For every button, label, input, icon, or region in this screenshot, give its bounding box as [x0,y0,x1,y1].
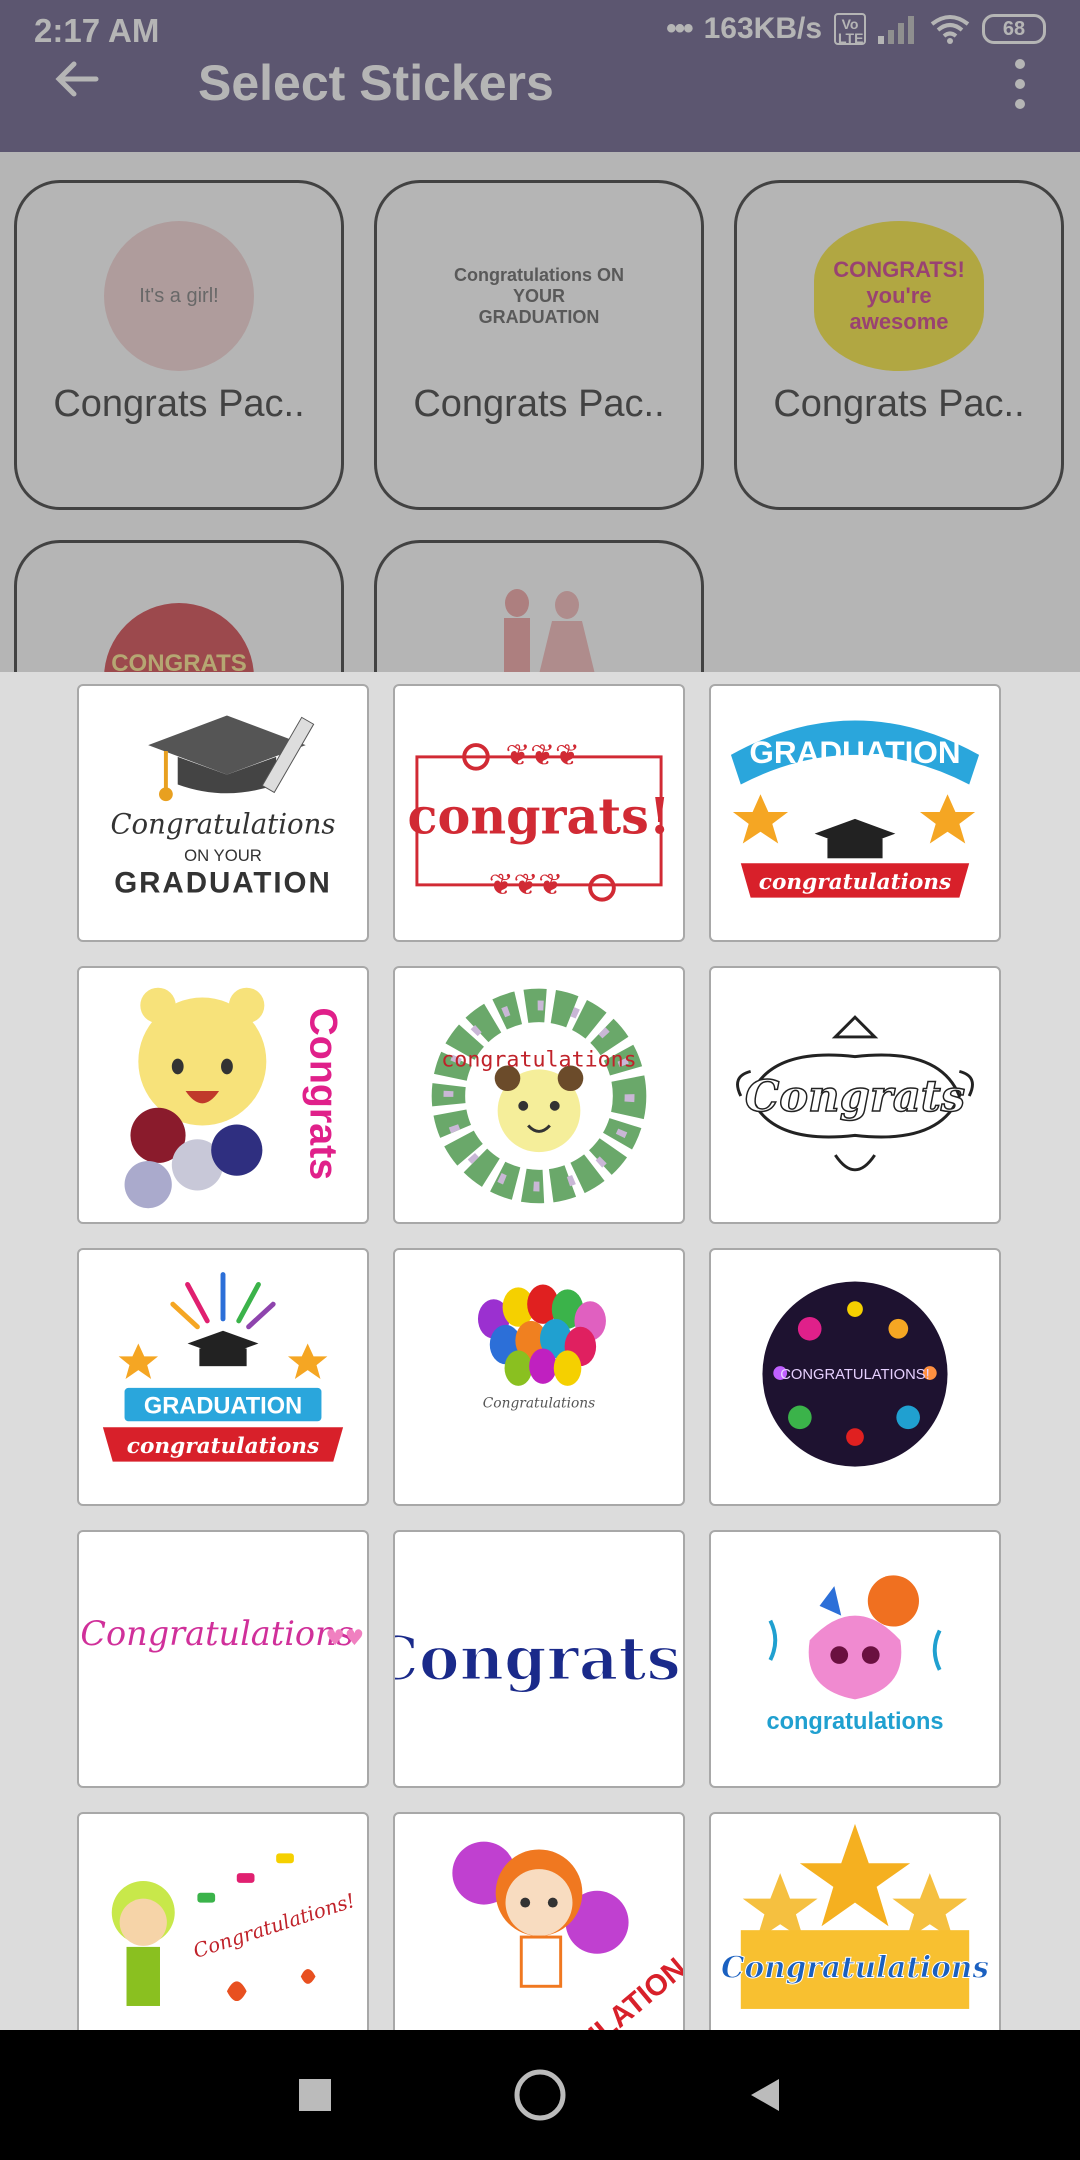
pack-label: Congrats Pac.. [413,383,665,425]
arrow-left-icon[interactable] [52,54,102,104]
svg-text:Congratulations: Congratulations [110,809,335,841]
svg-text:GRADUATION: GRADUATION [749,734,960,770]
svg-text:Congratulations: Congratulations [80,1614,353,1653]
svg-text:❦❦❦: ❦❦❦ [506,738,580,772]
pack-label: Congrats Pac.. [773,383,1025,425]
balloons-sticker: Congratulations [477,1284,606,1412]
svg-text:congrats!: congrats! [408,788,671,846]
system-nav-bar [0,2030,1080,2160]
svg-text:Congrats: Congrats [302,1007,346,1180]
svg-text:Congrats: Congrats [745,1071,965,1122]
pink-congratulations-sticker: Congratulations ♥♥ [80,1614,364,1653]
pack-thumbnail: CONGRATS! you're awesome [814,221,984,371]
cheerleader-sticker: CONGRATULATION [452,1841,683,2030]
sticker-item[interactable]: congratulations [709,1530,1001,1788]
sticker-item[interactable]: Congratulations ♥♥ [77,1530,369,1788]
panda-wreath-sticker: congratulations [431,988,647,1204]
graduation-cap-sticker: Congratulations ON YOUR GRADUATION [110,715,336,900]
bear-roses-sticker: Congrats [124,987,346,1209]
svg-text:Congratulations: Congratulations [721,1949,989,1984]
gold-stars-sticker: Congratulations [721,1823,990,2009]
svg-text:congratulations: congratulations [766,1709,943,1735]
page-title: Select Stickers [198,55,554,111]
sticker-item[interactable]: GRADUATION congratulations [77,1248,369,1506]
congrats-frame-sticker: ❦❦❦ ❦❦❦ congrats! [408,738,671,902]
sticker-grid: Congratulations ON YOUR GRADUATION ❦❦❦ ❦… [77,684,1003,2030]
unicorn-party-sticker: congratulations [766,1575,944,1735]
blue-congrats-sticker: Congrats! [395,1623,683,1696]
svg-text:GRADUATION: GRADUATION [114,867,332,900]
sticker-item[interactable]: Congrats [709,966,1001,1224]
sticker-item[interactable]: Congratulations! [77,1812,369,2030]
sticker-item[interactable]: CONGRATULATIONS! [709,1248,1001,1506]
sticker-item[interactable]: Congratulations [709,1812,1001,2030]
svg-text:ON YOUR: ON YOUR [184,846,262,865]
svg-text:congratulations: congratulations [759,870,951,895]
svg-text:GRADUATION: GRADUATION [144,1393,302,1419]
svg-text:❦❦❦: ❦❦❦ [489,868,563,902]
svg-text:Congrats!: Congrats! [395,1624,683,1695]
svg-text:♥♥: ♥♥ [325,1626,364,1651]
sticker-item[interactable]: Congrats! [393,1530,685,1788]
sticker-item[interactable]: CONGRATULATION [393,1812,685,2030]
svg-text:congratulations: congratulations [127,1434,319,1459]
sticker-item[interactable]: Congratulations ON YOUR GRADUATION [77,684,369,942]
toolbar: Select Stickers [0,40,1080,152]
svg-text:CONGRATULATIONS!: CONGRATULATIONS! [780,1367,929,1383]
girl-hearts-sticker: Congratulations! [111,1853,358,2006]
app-bar: 2:17 AM ••• 163KB/s VoLTE 68 Select Sti [0,0,1080,152]
more-vert-icon[interactable] [1010,54,1030,114]
triangle-back-icon[interactable] [730,2060,800,2130]
sticker-item[interactable]: ❦❦❦ ❦❦❦ congrats! [393,684,685,942]
circle-icon[interactable] [505,2060,575,2130]
pack-label: Congrats Pac.. [53,383,305,425]
floral-circle-sticker: CONGRATULATIONS! [762,1281,948,1467]
svg-text:CONGRATULATION: CONGRATULATION [460,1952,683,2030]
sticker-item[interactable]: Congratulations [393,1248,685,1506]
pack-thumbnail: Congratulations ON YOUR GRADUATION [454,264,624,327]
sticker-sheet: Congratulations ON YOUR GRADUATION ❦❦❦ ❦… [0,672,1080,2030]
pack-thumbnail: It's a girl! [104,221,254,371]
ornate-congrats-sticker: Congrats [736,1015,974,1172]
square-icon[interactable] [280,2060,350,2130]
svg-text:Congratulations: Congratulations [483,1396,595,1412]
graduation-confetti-sticker: GRADUATION congratulations [102,1272,344,1462]
pack-card[interactable]: Congratulations ON YOUR GRADUATION Congr… [374,180,704,510]
graduation-banner-sticker: GRADUATION congratulations [730,720,980,898]
sticker-item[interactable]: GRADUATION congratulations [709,684,1001,942]
sticker-item[interactable]: congratulations [393,966,685,1224]
svg-text:Congratulations!: Congratulations! [190,1889,357,1963]
pack-card[interactable]: CONGRATS! you're awesome Congrats Pac.. [734,180,1064,510]
sticker-item[interactable]: Congrats [77,966,369,1224]
pack-card[interactable]: It's a girl! Congrats Pac.. [14,180,344,510]
svg-text:congratulations: congratulations [441,1047,636,1072]
